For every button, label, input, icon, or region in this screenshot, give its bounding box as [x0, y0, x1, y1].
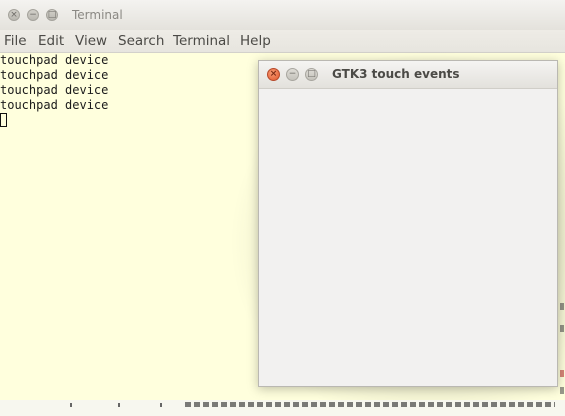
menu-help[interactable]: Help: [240, 33, 271, 49]
desktop: × − □ Terminal File Edit View Search Ter…: [0, 0, 565, 416]
terminal-output-line: touchpad device: [0, 53, 109, 67]
background-window-bottom: [0, 400, 565, 416]
gtk-window-titlebar[interactable]: × − □ GTK3 touch events: [259, 61, 557, 89]
terminal-output-line: touchpad device: [0, 98, 109, 112]
gtk-minimize-button[interactable]: −: [286, 68, 299, 81]
menu-view[interactable]: View: [75, 33, 107, 49]
gtk-window-title: GTK3 touch events: [332, 67, 460, 81]
terminal-titlebar[interactable]: × − □ Terminal: [0, 0, 565, 30]
menu-file[interactable]: File: [4, 33, 27, 49]
terminal-output-line: touchpad device: [0, 68, 109, 82]
gtk-close-button[interactable]: ×: [267, 68, 280, 81]
terminal-minimize-button[interactable]: −: [27, 9, 39, 21]
terminal-close-button[interactable]: ×: [8, 9, 20, 21]
background-mark: [118, 403, 120, 407]
terminal-output-line: touchpad device: [0, 83, 109, 97]
gtk-maximize-button[interactable]: □: [305, 68, 318, 81]
terminal-cursor: [0, 113, 7, 127]
gtk3-touch-events-window[interactable]: × − □ GTK3 touch events: [258, 60, 558, 387]
terminal-maximize-button[interactable]: □: [46, 9, 58, 21]
menu-terminal[interactable]: Terminal: [173, 33, 230, 49]
background-text-fragment: [185, 402, 555, 407]
terminal-title: Terminal: [72, 8, 123, 22]
menu-edit[interactable]: Edit: [38, 33, 64, 49]
background-mark: [70, 403, 72, 407]
menu-search[interactable]: Search: [118, 33, 164, 49]
touch-event-area[interactable]: [259, 89, 557, 386]
background-mark: [160, 403, 162, 407]
